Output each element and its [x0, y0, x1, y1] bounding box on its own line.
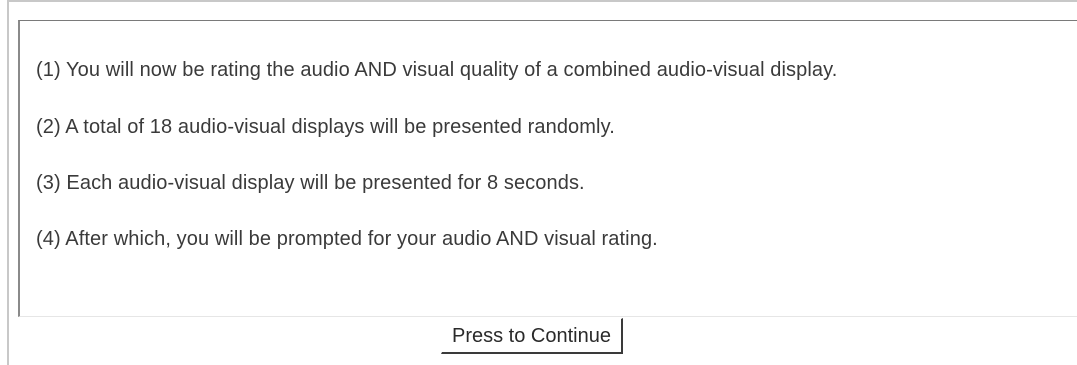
instruction-line-2: (2) A total of 18 audio-visual displays …	[36, 116, 615, 138]
instruction-line-1: (1) You will now be rating the audio AND…	[36, 59, 838, 81]
continue-button[interactable]: Press to Continue	[441, 318, 623, 354]
instruction-line-3: (3) Each audio-visual display will be pr…	[36, 172, 585, 194]
instruction-line-4: (4) After which, you will be prompted fo…	[36, 228, 658, 250]
